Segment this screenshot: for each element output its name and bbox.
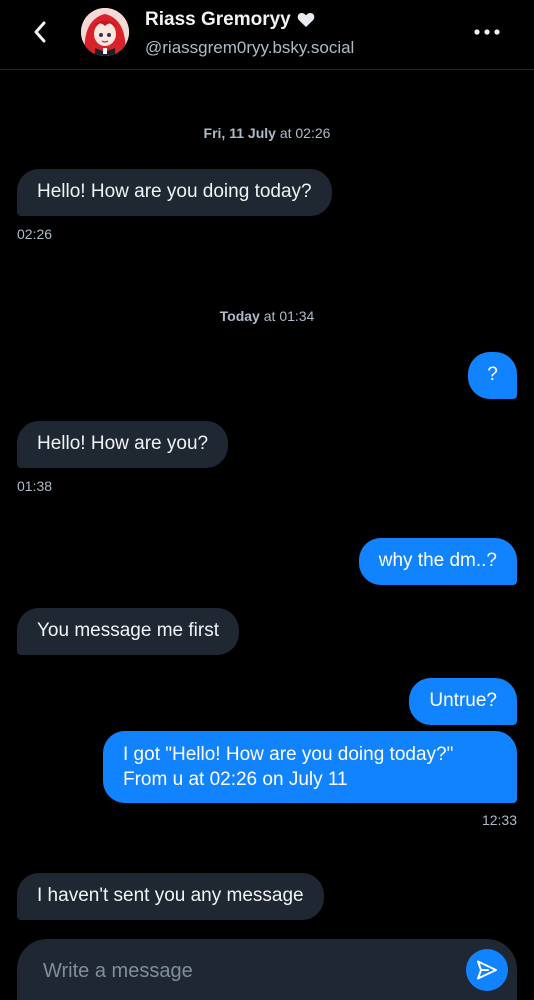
date-separator-time: 01:34 [279,308,315,324]
chevron-left-icon [34,21,46,43]
send-button[interactable] [466,949,508,991]
message-bubble-incoming[interactable]: I haven't sent you any message [17,873,324,920]
profile-name[interactable]: Riass Gremoryy [145,9,315,31]
avatar-image [81,8,129,56]
date-separator: Today at 01:34 [0,308,534,324]
more-horizontal-icon [474,29,500,35]
message-text: Hello! How are you doing today? [37,181,312,202]
profile-name-text: Riass Gremoryy [145,9,291,30]
message-text: Untrue? [429,690,497,711]
conversation-header: Riass Gremoryy @riassgrem0ryy.bsky.socia… [0,0,534,70]
message-timestamp: 01:38 [17,478,53,494]
date-separator-connector: at [279,125,292,141]
message-text-line: From u at 02:26 on July 11 [123,769,348,790]
message-text: You message me first [37,620,219,641]
message-bubble-incoming[interactable]: You message me first [17,608,239,655]
message-text: ? [487,364,498,385]
message-text: why the dm..? [378,550,497,571]
message-bubble-outgoing[interactable]: why the dm..? [358,538,517,585]
date-separator-day: Fri, 11 July [203,125,276,141]
message-composer [17,939,517,1000]
back-button[interactable] [26,16,54,48]
more-options-button[interactable] [472,20,502,44]
message-text-line: I got "Hello! How are you doing today?" [123,744,454,765]
message-timestamp: 12:33 [481,812,517,828]
message-bubble-outgoing[interactable]: I got "Hello! How are you doing today?" … [103,731,517,803]
date-separator: Fri, 11 July at 02:26 [0,125,534,141]
message-bubble-incoming[interactable]: Hello! How are you doing today? [17,169,332,216]
send-icon [477,960,497,980]
date-separator-connector: at [263,308,276,324]
date-separator-day: Today [219,308,260,324]
heart-icon [297,13,315,27]
message-input[interactable] [43,957,443,985]
message-bubble-incoming[interactable]: Hello! How are you? [17,421,229,468]
message-text: Hello! How are you? [37,433,209,454]
date-separator-time: 02:26 [295,125,331,141]
profile-handle[interactable]: @riassgrem0ryy.bsky.social [145,38,354,58]
message-bubble-outgoing[interactable]: Untrue? [409,678,517,725]
message-bubble-outgoing[interactable]: ? [468,352,517,399]
message-timestamp: 02:26 [17,226,53,242]
message-text: I haven't sent you any message [37,885,304,906]
avatar[interactable] [81,8,129,56]
